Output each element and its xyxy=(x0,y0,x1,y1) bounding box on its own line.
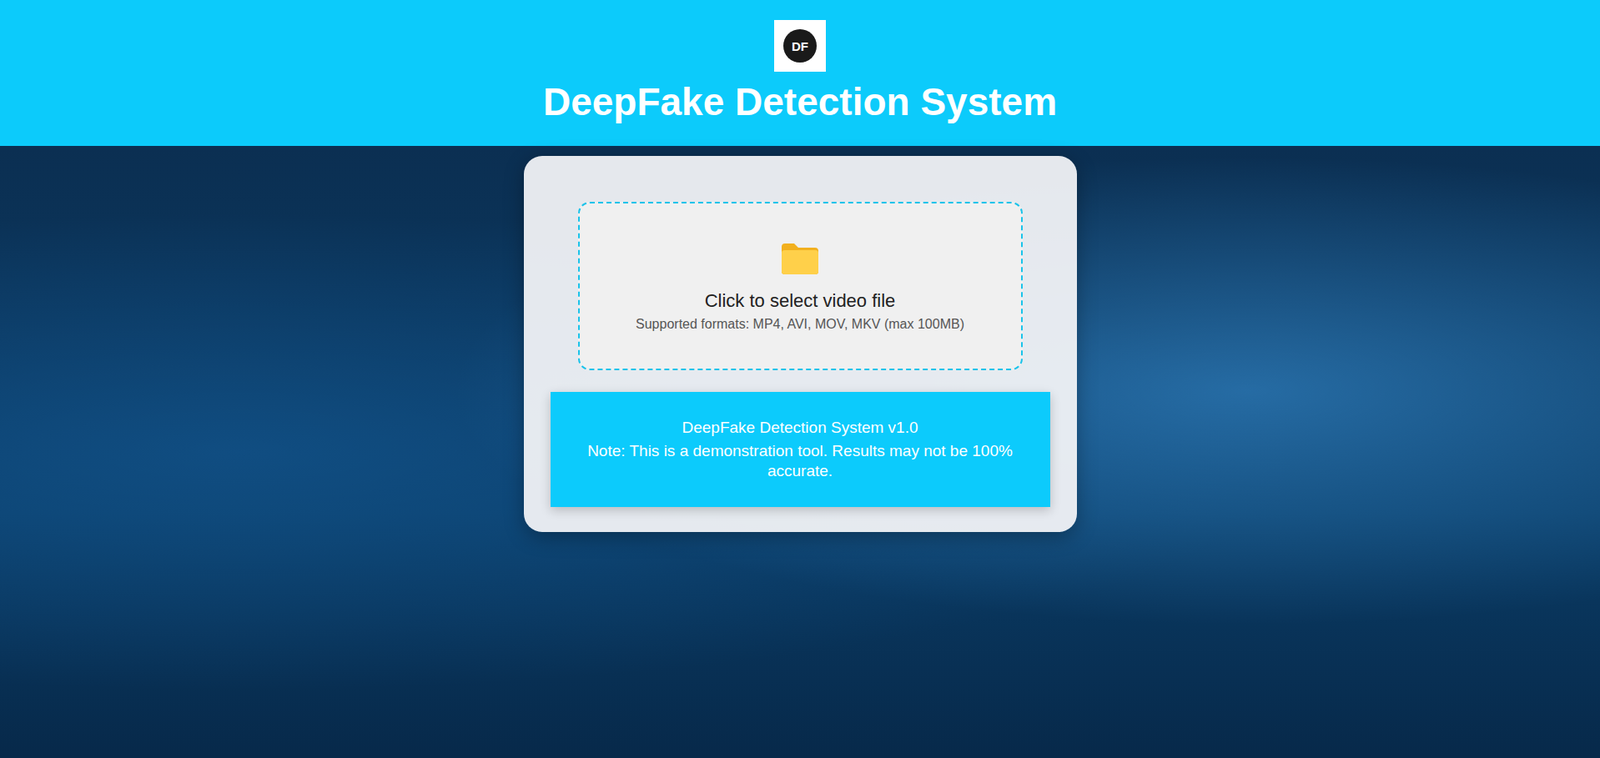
dropzone-label: Click to select video file xyxy=(704,290,896,312)
logo: DF xyxy=(774,20,826,72)
svg-text:DF: DF xyxy=(791,39,809,54)
upload-card: Click to select video file Supported form… xyxy=(523,155,1077,533)
file-dropzone[interactable]: Click to select video file Supported form… xyxy=(578,201,1023,371)
disclaimer-text: Note: This is a demonstration tool. Resu… xyxy=(573,441,1027,482)
version-text: DeepFake Detection System v1.0 xyxy=(681,417,918,438)
folder-icon xyxy=(779,240,821,277)
logo-icon: DF xyxy=(781,27,819,65)
page: DF DeepFake Detection System Click to sele… xyxy=(0,0,1600,758)
page-title: DeepFake Detection System xyxy=(543,80,1057,125)
header: DF DeepFake Detection System xyxy=(0,0,1600,146)
background-image: Click to select video file Supported form… xyxy=(0,145,1600,758)
formats-hint: Supported formats: MP4, AVI, MOV, MKV (m… xyxy=(635,316,965,333)
info-box: DeepFake Detection System v1.0 Note: This… xyxy=(550,392,1051,508)
